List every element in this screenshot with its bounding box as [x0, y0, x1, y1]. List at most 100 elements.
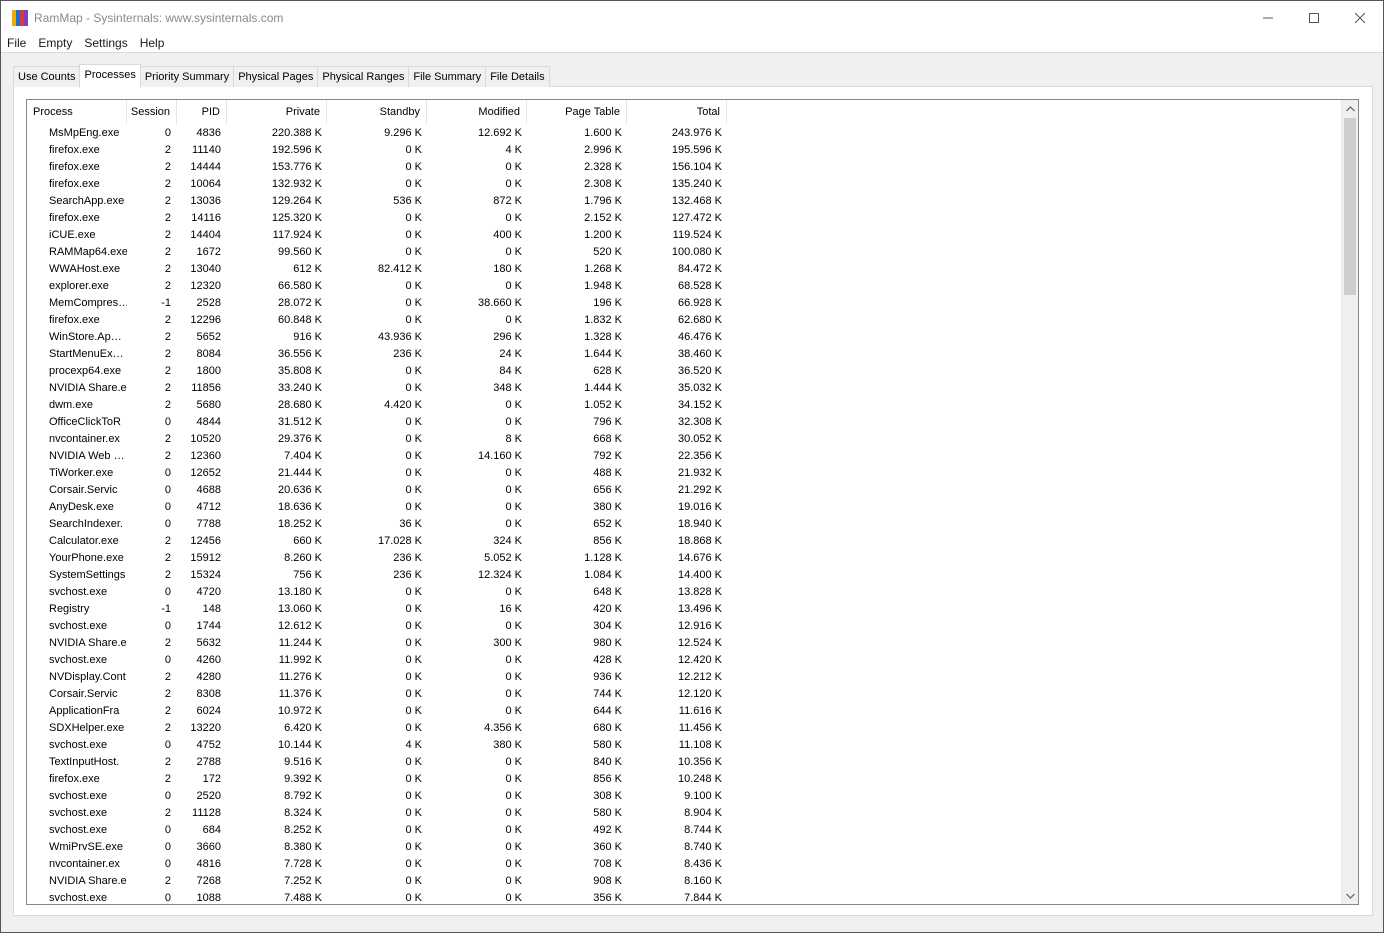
- cell-modified: 0 K: [505, 858, 522, 870]
- table-row[interactable]: nvcontainer.ex 0 4816 7.728 K 0 K 0 K 708 K 8.4…: [27, 856, 1343, 873]
- table-row[interactable]: svchost.exe 0 4260 11.992 K 0 K 0 K 428 K 12.42…: [27, 652, 1343, 669]
- table-row[interactable]: NVIDIA Share.e 2 5632 11.244 K 0 K 300 K 980 K…: [27, 635, 1343, 652]
- table-row[interactable]: WWAHost.exe 2 13040 612 K 82.412 K 180 K 1.268…: [27, 261, 1343, 278]
- cell-standby: 0 K: [405, 501, 422, 513]
- column-header-private[interactable]: Private: [227, 100, 327, 124]
- menu-settings[interactable]: Settings: [78, 34, 133, 53]
- cell-pid: 15912: [190, 552, 221, 564]
- table-row[interactable]: Corsair.Servic 2 8308 11.376 K 0 K 0 K 744 K 12…: [27, 686, 1343, 703]
- table-row[interactable]: Corsair.Servic 0 4688 20.636 K 0 K 0 K 656 K 21…: [27, 482, 1343, 499]
- table-row[interactable]: svchost.exe 0 2520 8.792 K 0 K 0 K 308 K 9.100 …: [27, 788, 1343, 805]
- column-header-page-table[interactable]: Page Table: [527, 100, 627, 124]
- close-icon[interactable]: [1337, 1, 1383, 34]
- cell-modified: 0 K: [505, 892, 522, 904]
- table-row[interactable]: Registry -1 148 13.060 K 0 K 16 K 420 K 13.496 …: [27, 601, 1343, 618]
- cell-total: 10.248 K: [677, 773, 722, 785]
- cell-pid: 12296: [190, 314, 221, 326]
- table-row[interactable]: firefox.exe 2 10064 132.932 K 0 K 0 K 2.308 K 1…: [27, 176, 1343, 193]
- cell-total: 14.400 K: [677, 569, 722, 581]
- menu-empty[interactable]: Empty: [32, 34, 78, 53]
- cell-process-name: SearchIndexer.: [49, 518, 123, 530]
- table-row[interactable]: RAMMap64.exe 2 1672 99.560 K 0 K 0 K 520 K 100.…: [27, 244, 1343, 261]
- table-row[interactable]: MsMpEng.exe 0 4836 220.388 K 9.296 K 12.692 K…: [27, 125, 1343, 142]
- cell-pid: 4844: [196, 416, 221, 428]
- cell-modified: 0 K: [505, 756, 522, 768]
- scroll-up-icon[interactable]: [1342, 100, 1358, 117]
- column-header-standby[interactable]: Standby: [327, 100, 427, 124]
- column-header-total[interactable]: ˇ Total: [627, 100, 727, 124]
- cell-session: 2: [164, 195, 171, 207]
- table-row[interactable]: svchost.exe 0 4720 13.180 K 0 K 0 K 648 K 13.82…: [27, 584, 1343, 601]
- table-row[interactable]: NVIDIA Share.e 2 7268 7.252 K 0 K 0 K 908 K 8.1…: [27, 873, 1343, 890]
- table-row[interactable]: svchost.exe 0 684 8.252 K 0 K 0 K 492 K 8.744 K: [27, 822, 1343, 839]
- cell-private: 117.924 K: [272, 229, 322, 241]
- cell-page-table: 2.152 K: [584, 212, 622, 224]
- table-row[interactable]: firefox.exe 2 11140 192.596 K 0 K 4 K 2.996 K 1…: [27, 142, 1343, 159]
- tab-physical-pages[interactable]: Physical Pages: [233, 66, 319, 87]
- table-row[interactable]: YourPhone.exe 2 15912 8.260 K 236 K 5.052 K 1.…: [27, 550, 1343, 567]
- table-row[interactable]: procexp64.exe 2 1800 35.808 K 0 K 84 K 628 K 36…: [27, 363, 1343, 380]
- table-row[interactable]: dwm.exe 2 5680 28.680 K 4.420 K 0 K 1.052 K 34.…: [27, 397, 1343, 414]
- cell-session: 2: [164, 705, 171, 717]
- tab-processes[interactable]: Processes: [79, 64, 141, 88]
- table-row[interactable]: nvcontainer.ex 2 10520 29.376 K 0 K 8 K 668 K 3…: [27, 431, 1343, 448]
- processes-list[interactable]: Process Session PID Private Standby Modi…: [26, 99, 1359, 905]
- table-row[interactable]: firefox.exe 2 14444 153.776 K 0 K 0 K 2.328 K 1…: [27, 159, 1343, 176]
- tab-physical-ranges[interactable]: Physical Ranges: [317, 66, 410, 87]
- maximize-icon[interactable]: [1291, 1, 1337, 34]
- cell-modified: 348 K: [493, 382, 522, 394]
- table-row[interactable]: firefox.exe 2 14116 125.320 K 0 K 0 K 2.152 K 1…: [27, 210, 1343, 227]
- cell-pid: 7268: [196, 875, 221, 887]
- cell-page-table: 840 K: [593, 756, 622, 768]
- table-row[interactable]: StartMenuEx… 2 8084 36.556 K 236 K 24 K 1.644 …: [27, 346, 1343, 363]
- table-row[interactable]: TextInputHost. 2 2788 9.516 K 0 K 0 K 840 K 10.…: [27, 754, 1343, 771]
- table-row[interactable]: WinStore.Ap… 2 5652 916 K 43.936 K 296 K 1.328…: [27, 329, 1343, 346]
- cell-session: 2: [164, 875, 171, 887]
- table-row[interactable]: svchost.exe 0 1088 7.488 K 0 K 0 K 356 K 7.844 …: [27, 890, 1343, 904]
- menu-help[interactable]: Help: [134, 34, 171, 53]
- table-row[interactable]: NVIDIA Web … 2 12360 7.404 K 0 K 14.160 K 792 …: [27, 448, 1343, 465]
- table-row[interactable]: Calculator.exe 2 12456 660 K 17.028 K 324 K 85…: [27, 533, 1343, 550]
- cell-session: 2: [164, 722, 171, 734]
- table-row[interactable]: firefox.exe 2 172 9.392 K 0 K 0 K 856 K 10.248 …: [27, 771, 1343, 788]
- minimize-icon[interactable]: [1245, 1, 1291, 34]
- table-row[interactable]: TiWorker.exe 0 12652 21.444 K 0 K 0 K 488 K 21.…: [27, 465, 1343, 482]
- cell-modified: 12.692 K: [477, 127, 522, 139]
- tab-priority-summary[interactable]: Priority Summary: [139, 66, 235, 87]
- table-row[interactable]: explorer.exe 2 12320 66.580 K 0 K 0 K 1.948 K 6…: [27, 278, 1343, 295]
- tab-use-counts[interactable]: Use Counts: [13, 66, 81, 87]
- table-row[interactable]: iCUE.exe 2 14404 117.924 K 0 K 400 K 1.200 K 11…: [27, 227, 1343, 244]
- cell-private: 9.392 K: [284, 773, 322, 785]
- tab-file-summary[interactable]: File Summary: [408, 66, 487, 87]
- cell-total: 195.596 K: [671, 144, 722, 156]
- cell-total: 12.916 K: [677, 620, 722, 632]
- vertical-scrollbar[interactable]: [1341, 100, 1358, 904]
- table-row[interactable]: svchost.exe 0 1744 12.612 K 0 K 0 K 304 K 12.91…: [27, 618, 1343, 635]
- column-header-pid[interactable]: PID: [177, 100, 227, 124]
- table-row[interactable]: firefox.exe 2 12296 60.848 K 0 K 0 K 1.832 K 62…: [27, 312, 1343, 329]
- column-header-session[interactable]: Session: [127, 100, 177, 124]
- table-row[interactable]: MemCompres… -1 2528 28.072 K 0 K 38.660 K 196 …: [27, 295, 1343, 312]
- tab-file-details[interactable]: File Details: [485, 66, 550, 87]
- table-row[interactable]: SDXHelper.exe 2 13220 6.420 K 0 K 4.356 K 680 …: [27, 720, 1343, 737]
- table-row[interactable]: SystemSettings 2 15324 756 K 236 K 12.324 K 1.…: [27, 567, 1343, 584]
- table-row[interactable]: SearchIndexer. 0 7788 18.252 K 36 K 0 K 652 K 1…: [27, 516, 1343, 533]
- table-row[interactable]: SearchApp.exe 2 13036 129.264 K 536 K 872 K 1.…: [27, 193, 1343, 210]
- cell-session: 2: [164, 161, 171, 173]
- scroll-down-icon[interactable]: [1342, 887, 1358, 904]
- cell-session: 2: [164, 178, 171, 190]
- table-row[interactable]: WmiPrvSE.exe 0 3660 8.380 K 0 K 0 K 360 K 8.740…: [27, 839, 1343, 856]
- scrollbar-thumb[interactable]: [1344, 118, 1356, 295]
- table-row[interactable]: OfficeClickToR 0 4844 31.512 K 0 K 0 K 796 K 32…: [27, 414, 1343, 431]
- table-row[interactable]: svchost.exe 2 11128 8.324 K 0 K 0 K 580 K 8.904…: [27, 805, 1343, 822]
- cell-total: 14.676 K: [677, 552, 722, 564]
- column-header-modified[interactable]: Modified: [427, 100, 527, 124]
- table-row[interactable]: ApplicationFra 2 6024 10.972 K 0 K 0 K 644 K 11…: [27, 703, 1343, 720]
- menu-file[interactable]: File: [1, 34, 32, 53]
- table-row[interactable]: svchost.exe 0 4752 10.144 K 4 K 380 K 580 K 11.…: [27, 737, 1343, 754]
- column-header-process[interactable]: Process: [27, 100, 127, 124]
- table-row[interactable]: AnyDesk.exe 0 4712 18.636 K 0 K 0 K 380 K 19.01…: [27, 499, 1343, 516]
- list-body: MsMpEng.exe 0 4836 220.388 K 9.296 K 12.692 K…: [27, 125, 1343, 904]
- table-row[interactable]: NVIDIA Share.e 2 11856 33.240 K 0 K 348 K 1.44…: [27, 380, 1343, 397]
- table-row[interactable]: NVDisplay.Cont 2 4280 11.276 K 0 K 0 K 936 K 12…: [27, 669, 1343, 686]
